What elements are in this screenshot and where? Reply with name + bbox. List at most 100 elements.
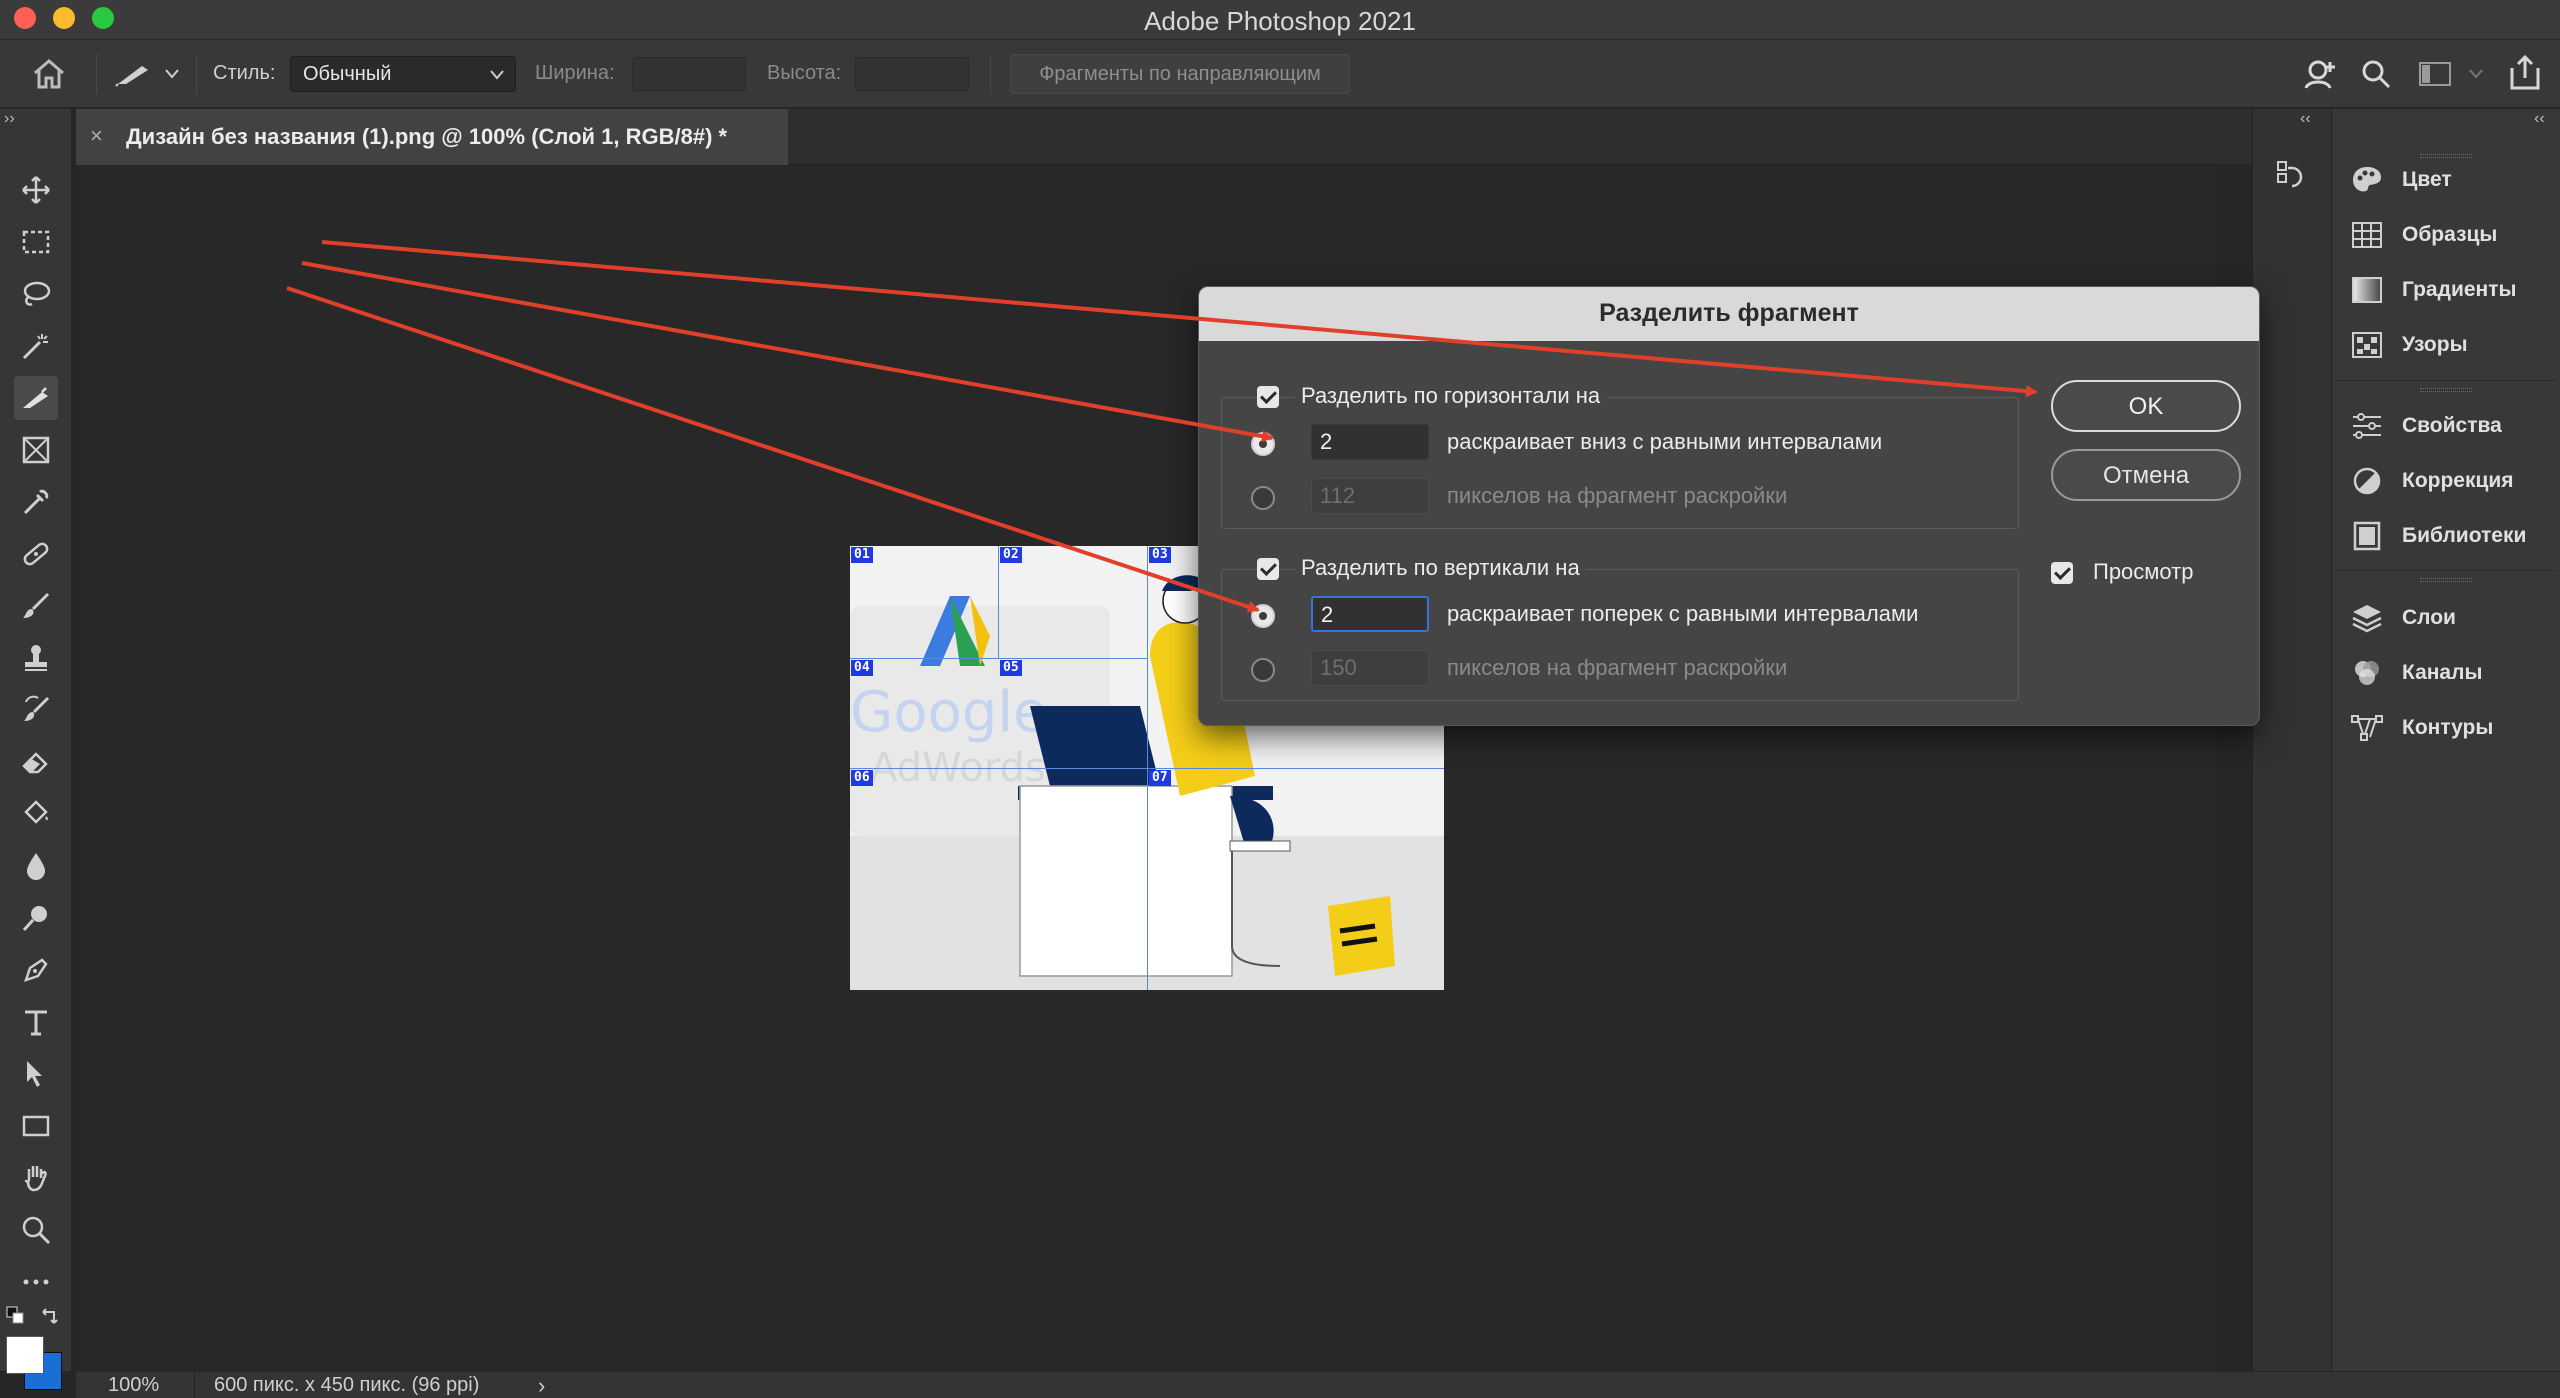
workspace-icon[interactable] [2418, 60, 2452, 88]
frame-tool[interactable] [14, 428, 58, 472]
adjustments-circle-icon [2353, 467, 2381, 495]
vertical-pixels-radio[interactable] [1251, 658, 1275, 682]
panel-channels[interactable]: Каналы [2350, 651, 2482, 695]
move-tool[interactable] [14, 168, 58, 212]
channels-icon [2355, 661, 2379, 685]
horizontal-pixels-input[interactable]: 112 [1311, 478, 1429, 514]
panel-layers-label: Слои [2402, 606, 2456, 629]
more-dots-icon [23, 1279, 49, 1285]
horizontal-pixels-radio[interactable] [1251, 486, 1275, 510]
preview-checkbox[interactable] [2051, 562, 2073, 584]
eraser-tool[interactable] [14, 740, 58, 784]
photoshop-window: Adobe Photoshop 2021 Стиль: Обычный Шири… [0, 0, 2560, 1398]
style-select[interactable]: Обычный [290, 56, 516, 92]
foreground-color-swatch[interactable] [6, 1336, 44, 1374]
title-bar: Adobe Photoshop 2021 [0, 0, 2560, 40]
pen-tool[interactable] [14, 948, 58, 992]
history-brush-tool[interactable] [14, 688, 58, 732]
panel-paths-label: Контуры [2402, 716, 2494, 739]
panel-gradients-label: Градиенты [2402, 278, 2517, 301]
blur-tool[interactable] [14, 844, 58, 888]
height-label: Высота: [767, 62, 842, 84]
panel-color[interactable]: Цвет [2350, 158, 2452, 202]
swap-colors-icon[interactable] [40, 1306, 60, 1326]
ok-button[interactable]: OK [2051, 380, 2241, 432]
status-bar: 100% 600 пикс. x 450 пикс. (96 ppi) › [76, 1372, 2560, 1398]
more-tools[interactable] [14, 1260, 58, 1304]
vertical-pixels-text: пикселов на фрагмент раскройки [1447, 655, 1788, 680]
panel-gradients[interactable]: Градиенты [2350, 268, 2516, 312]
collapse-strip-icon[interactable]: ‹‹ [2300, 110, 2311, 128]
slice-tag[interactable]: 03 [1149, 547, 1171, 563]
panel-swatches[interactable]: Образцы [2350, 213, 2497, 257]
history-icon[interactable] [2274, 158, 2308, 192]
close-tab-icon[interactable]: × [90, 123, 103, 149]
panel-layers[interactable]: Слои [2350, 596, 2456, 640]
swatches-grid-icon [2352, 222, 2382, 248]
collapse-toolbar-icon[interactable]: ›› [4, 110, 15, 128]
panel-channels-label: Каналы [2402, 661, 2483, 684]
slices-from-guides-button[interactable]: Фрагменты по направляющим [1010, 54, 1350, 94]
user-add-icon[interactable] [2302, 56, 2338, 92]
paint-bucket-tool[interactable] [14, 792, 58, 836]
panel-properties[interactable]: Свойства [2350, 404, 2502, 448]
panel-group-grip[interactable] [2420, 578, 2472, 582]
document-info[interactable]: 600 пикс. x 450 пикс. (96 ppi) [214, 1374, 479, 1397]
divide-horizontal-label: Разделить по горизонтали на [1295, 383, 1607, 409]
horizontal-pixels-text: пикселов на фрагмент раскройки [1447, 483, 1788, 508]
stamp-icon [25, 645, 47, 671]
zoom-tool[interactable] [14, 1208, 58, 1252]
slice-tag[interactable]: 01 [851, 547, 873, 563]
panel-patterns[interactable]: Узоры [2350, 323, 2468, 367]
document-tab-bar: × Дизайн без названия (1).png @ 100% (Сл… [76, 109, 2252, 165]
panel-swatches-label: Образцы [2402, 223, 2498, 246]
stamp-tool[interactable] [14, 636, 58, 680]
rectangle-tool[interactable] [14, 1104, 58, 1148]
slice-tool[interactable] [14, 376, 58, 420]
share-icon[interactable] [2508, 54, 2542, 92]
magic-wand-tool[interactable] [14, 324, 58, 368]
slice-tag[interactable]: 02 [1000, 547, 1022, 563]
path-selection-tool[interactable] [14, 1052, 58, 1096]
vertical-count-input[interactable]: 2 [1311, 596, 1429, 632]
zoom-level[interactable]: 100% [108, 1374, 159, 1397]
cancel-button[interactable]: Отмена [2051, 449, 2241, 501]
search-icon[interactable] [2360, 58, 2392, 90]
chevron-down-icon[interactable] [2468, 68, 2484, 80]
width-input[interactable] [632, 57, 746, 91]
type-tool[interactable] [14, 1000, 58, 1044]
horizontal-count-input[interactable]: 2 [1311, 424, 1429, 460]
eyedropper-tool[interactable] [14, 480, 58, 524]
sliders-icon [2353, 413, 2381, 439]
pen-icon [24, 958, 48, 982]
panel-adjustments[interactable]: Коррекция [2350, 459, 2514, 503]
chevron-down-icon[interactable] [164, 68, 180, 80]
lasso-tool[interactable] [14, 272, 58, 316]
frame-icon [22, 436, 50, 464]
horizontal-count-radio[interactable] [1251, 432, 1275, 456]
slice-tag[interactable]: 05 [1000, 660, 1022, 676]
height-input[interactable] [855, 57, 969, 91]
healing-brush-tool[interactable] [14, 532, 58, 576]
divide-vertical-checkbox[interactable] [1257, 558, 1279, 580]
slice-tag[interactable]: 06 [851, 770, 873, 786]
marquee-tool[interactable] [14, 220, 58, 264]
vertical-pixels-input[interactable]: 150 [1311, 650, 1429, 686]
brush-tool[interactable] [14, 584, 58, 628]
divide-horizontal-checkbox[interactable] [1257, 386, 1279, 408]
panel-libraries[interactable]: Библиотеки [2350, 514, 2526, 558]
slice-guide-line [850, 768, 1444, 769]
status-menu-arrow-icon[interactable]: › [538, 1373, 545, 1398]
dodge-tool[interactable] [14, 896, 58, 940]
home-icon[interactable] [32, 58, 66, 90]
slice-tag[interactable]: 07 [1149, 770, 1171, 786]
hand-tool[interactable] [14, 1156, 58, 1200]
vertical-count-radio[interactable] [1251, 604, 1275, 628]
panel-group-grip[interactable] [2420, 388, 2472, 392]
document-tab[interactable]: × Дизайн без названия (1).png @ 100% (Сл… [76, 109, 788, 165]
default-colors-icon[interactable] [6, 1306, 26, 1326]
collapse-dock-icon[interactable]: ‹‹ [2534, 110, 2545, 128]
slice-tag[interactable]: 04 [851, 660, 873, 676]
panel-paths[interactable]: Контуры [2350, 706, 2493, 750]
slice-tool-icon[interactable] [114, 60, 152, 88]
